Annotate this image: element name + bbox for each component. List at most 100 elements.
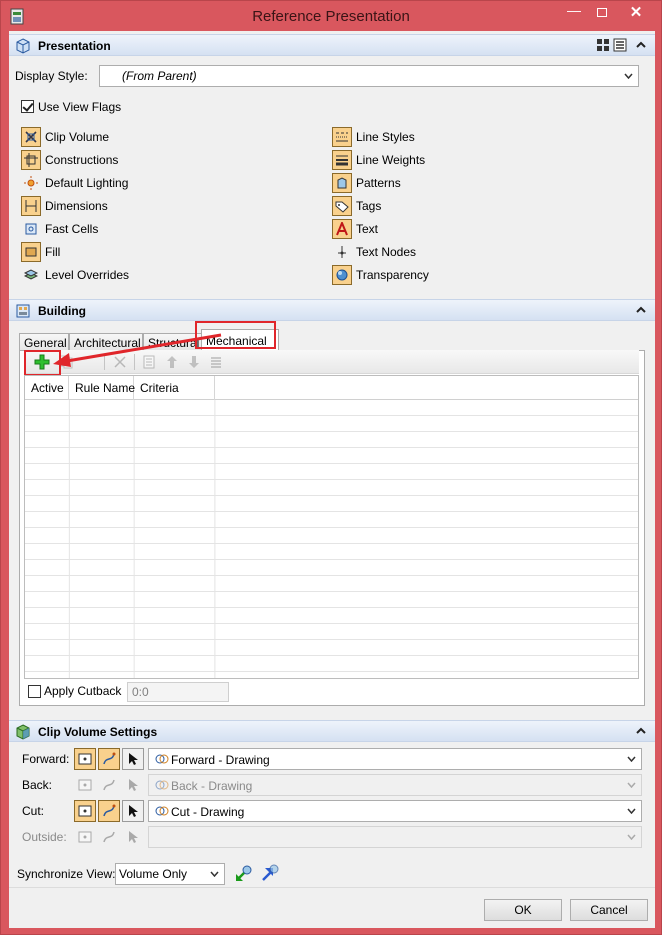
cut-select[interactable]: Cut - Drawing	[148, 800, 642, 822]
clip-volume-cube-icon	[16, 724, 30, 740]
apply-cutback-checkbox[interactable]	[28, 685, 41, 698]
chevron-down-icon	[627, 808, 636, 814]
presentation-section-title: Presentation	[38, 39, 111, 53]
building-icon	[16, 304, 30, 318]
constructions-icon	[21, 150, 41, 170]
forward-label: Forward:	[22, 752, 70, 766]
dialog-client-area: Presentation Display Style: (From Parent…	[9, 31, 655, 928]
patterns-icon	[332, 173, 352, 193]
chevron-down-icon	[627, 834, 636, 840]
cut-label: Cut:	[22, 804, 45, 818]
forward-display-button[interactable]	[74, 748, 96, 770]
default-lighting-icon	[21, 173, 41, 193]
link-rings-icon	[155, 780, 169, 790]
collapse-chevron-icon[interactable]	[635, 39, 647, 51]
collapse-chevron-icon[interactable]	[635, 725, 647, 737]
display-style-label: Display Style:	[15, 69, 88, 83]
level-overrides-icon	[21, 265, 41, 285]
forward-select[interactable]: Forward - Drawing	[148, 748, 642, 770]
line-styles-icon	[332, 127, 352, 147]
chevron-down-icon	[627, 756, 636, 762]
display-style-select[interactable]: (From Parent)	[99, 65, 639, 87]
display-frame-icon	[78, 831, 92, 843]
text-icon	[332, 219, 352, 239]
cancel-button[interactable]: Cancel	[570, 899, 648, 921]
outside-curve-button[interactable]	[98, 826, 120, 848]
clip-volume-section-header[interactable]: Clip Volume Settings	[9, 720, 655, 742]
apply-cutback-label: Apply Cutback	[44, 684, 122, 698]
column-header-rule-name[interactable]: Rule Name	[69, 376, 135, 400]
pointer-icon	[129, 779, 138, 791]
forward-curve-button[interactable]	[98, 748, 120, 770]
title-bar[interactable]: Reference Presentation — ✕	[1, 1, 661, 31]
display-frame-icon	[78, 753, 92, 765]
cut-display-button[interactable]	[74, 800, 96, 822]
text-nodes-icon	[332, 242, 352, 262]
annotation-arrow	[53, 333, 222, 367]
reference-presentation-window: Reference Presentation — ✕ Presentation	[0, 0, 662, 935]
curve-icon	[103, 831, 115, 843]
clip-volume-section-title: Clip Volume Settings	[38, 725, 158, 739]
outside-label: Outside:	[22, 830, 67, 844]
display-frame-icon	[78, 779, 92, 791]
curve-icon	[103, 752, 116, 765]
ok-button[interactable]: OK	[484, 899, 562, 921]
collapse-chevron-icon[interactable]	[635, 304, 647, 316]
back-display-button[interactable]	[74, 774, 96, 796]
tags-icon	[332, 196, 352, 216]
synchronize-view-label: Synchronize View:	[17, 867, 116, 881]
dimensions-icon	[21, 196, 41, 216]
link-rings-icon	[155, 806, 169, 816]
column-header-criteria[interactable]: Criteria	[134, 376, 215, 400]
column-header-active[interactable]: Active	[25, 376, 69, 400]
chevron-down-icon	[210, 871, 219, 877]
rules-grid-header: Active Rule Name Criteria	[25, 376, 638, 400]
forward-select-button[interactable]	[122, 748, 144, 770]
outside-select[interactable]	[148, 826, 642, 848]
chevron-down-icon	[624, 73, 633, 79]
link-rings-icon	[155, 754, 169, 764]
list-view-icon[interactable]	[613, 38, 627, 52]
presentation-cube-icon	[16, 38, 30, 54]
cut-select-button[interactable]	[122, 800, 144, 822]
outside-display-button[interactable]	[74, 826, 96, 848]
sync-green-arrow-icon	[236, 865, 252, 881]
back-select-button[interactable]	[122, 774, 144, 796]
back-select[interactable]: Back - Drawing	[148, 774, 642, 796]
building-section-header[interactable]: Building	[9, 299, 655, 321]
outside-select-button[interactable]	[122, 826, 144, 848]
minimize-button[interactable]: —	[561, 1, 587, 23]
maximize-icon	[597, 8, 607, 17]
synchronize-view-select[interactable]: Volume Only	[115, 863, 225, 885]
cutback-input[interactable]: 0:0	[127, 682, 229, 702]
pointer-icon	[129, 753, 138, 765]
transparency-icon	[332, 265, 352, 285]
pointer-icon	[129, 831, 138, 843]
use-view-flags-label: Use View Flags	[38, 100, 122, 114]
curve-icon	[103, 804, 116, 817]
sync-from-view-button[interactable]	[260, 863, 280, 883]
display-style-value: (From Parent)	[122, 69, 197, 83]
presentation-section-header[interactable]: Presentation	[9, 34, 655, 56]
rules-grid[interactable]: Active Rule Name Criteria	[24, 375, 639, 679]
grid-view-icon[interactable]	[596, 38, 610, 52]
cut-curve-button[interactable]	[98, 800, 120, 822]
clip-volume-icon	[21, 127, 41, 147]
sync-to-view-button[interactable]	[234, 863, 254, 883]
sync-blue-arrow-icon	[262, 864, 279, 881]
fill-icon	[21, 242, 41, 262]
back-label: Back:	[22, 778, 53, 792]
fast-cells-icon	[21, 219, 41, 239]
synchronize-view-value: Volume Only	[119, 867, 188, 881]
use-view-flags-checkbox[interactable]	[21, 100, 34, 113]
building-section-title: Building	[38, 304, 86, 318]
chevron-down-icon	[627, 782, 636, 788]
display-frame-icon	[78, 805, 92, 817]
grid-lines	[25, 400, 638, 678]
line-weights-icon	[332, 150, 352, 170]
back-curve-button[interactable]	[98, 774, 120, 796]
curve-icon	[103, 779, 115, 791]
close-button[interactable]: ✕	[618, 2, 654, 24]
maximize-button[interactable]	[589, 2, 615, 24]
pointer-icon	[129, 805, 138, 817]
